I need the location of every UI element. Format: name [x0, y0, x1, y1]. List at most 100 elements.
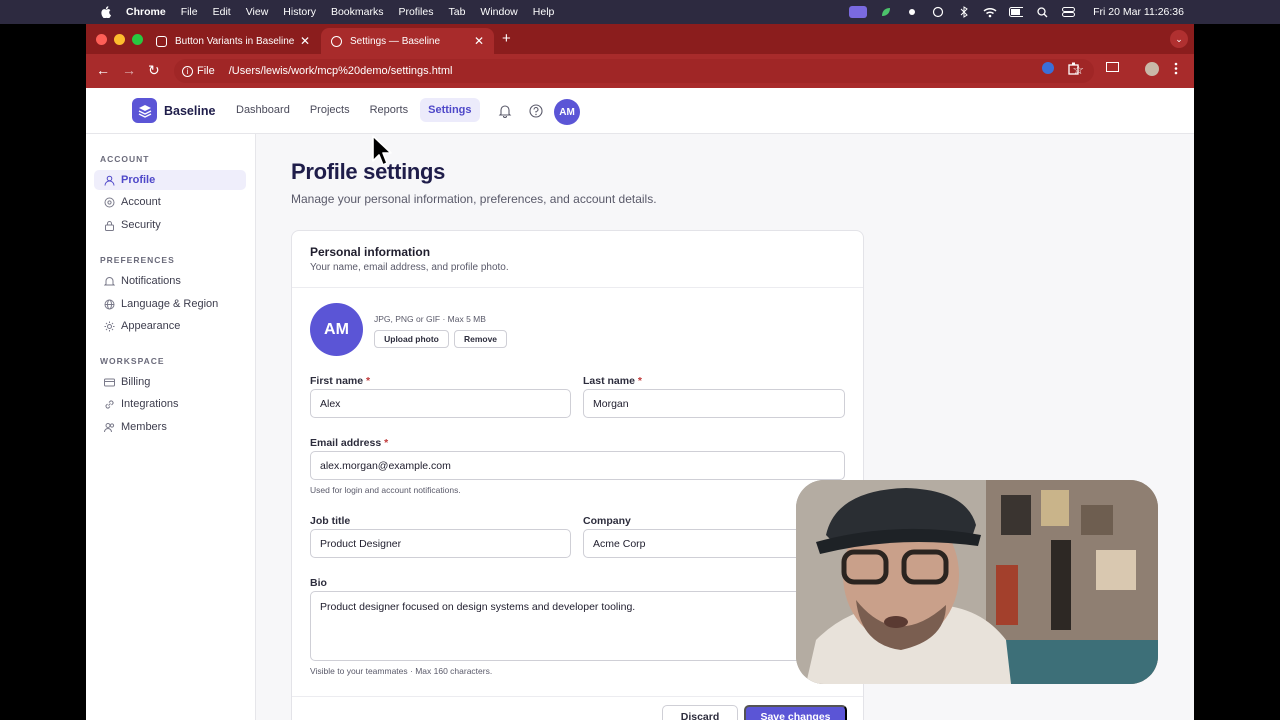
reload-icon[interactable]: ↻: [148, 62, 160, 79]
sidebar-item-notifications[interactable]: Notifications: [94, 271, 246, 291]
link-icon: [105, 399, 114, 409]
wifi-icon[interactable]: [983, 6, 997, 18]
job-title-field[interactable]: Product Designer: [310, 529, 571, 558]
sidebar-item-account[interactable]: Account: [94, 192, 246, 212]
account-circle-icon: [104, 197, 115, 207]
sidebar-item-billing[interactable]: Billing: [94, 372, 246, 392]
card-footer-divider: [292, 696, 863, 697]
lock-icon: [105, 220, 114, 231]
control-center-icon[interactable]: [1061, 6, 1075, 18]
browser-toolbar: ← → ↻ i File /Users/lewis/work/mcp%20dem…: [86, 54, 1194, 88]
sidebar-item-label: Language & Region: [121, 298, 219, 310]
browser-menu-icon[interactable]: [1174, 62, 1178, 75]
bell-icon: [104, 276, 115, 285]
email-field[interactable]: alex.morgan@example.com: [310, 451, 845, 480]
menu-tab[interactable]: Tab: [448, 6, 465, 18]
browser-tab-settings[interactable]: Settings — Baseline ✕: [321, 28, 494, 54]
credit-card-icon: [104, 378, 115, 386]
site-info-icon[interactable]: i: [182, 65, 193, 77]
sidebar-item-appearance[interactable]: Appearance: [94, 316, 246, 336]
user-avatar[interactable]: AM: [554, 99, 580, 125]
nav-dashboard[interactable]: Dashboard: [228, 98, 298, 122]
tab-title: Button Variants in Baseline: [175, 35, 295, 47]
bell-icon[interactable]: [498, 104, 512, 118]
tab-close-icon[interactable]: ✕: [474, 34, 484, 48]
nav-settings[interactable]: Settings: [420, 98, 480, 122]
required-asterisk: *: [366, 375, 371, 387]
nav-projects[interactable]: Projects: [302, 98, 358, 122]
tab-favicon-icon: [331, 35, 342, 47]
profile-avatar-icon[interactable]: [1145, 62, 1159, 76]
cast-icon[interactable]: [1106, 62, 1119, 73]
menubar-status-area: Fri 20 Mar 11:26:36: [849, 0, 1184, 24]
remove-photo-button[interactable]: Remove: [454, 330, 507, 348]
first-name-label: First name *: [310, 375, 371, 387]
spotlight-search-icon[interactable]: [1035, 6, 1049, 18]
minimize-window-button[interactable]: [114, 34, 125, 45]
extension-icon-blue[interactable]: [1042, 62, 1054, 74]
nav-reports[interactable]: Reports: [362, 98, 417, 122]
sidebar-item-label: Account: [121, 196, 161, 208]
menu-history[interactable]: History: [283, 6, 316, 18]
url-text[interactable]: /Users/lewis/work/mcp%20demo/settings.ht…: [229, 65, 453, 77]
sidebar-item-members[interactable]: Members: [94, 417, 246, 437]
menu-bookmarks[interactable]: Bookmarks: [331, 6, 384, 18]
card-title: Personal information: [310, 245, 431, 259]
close-window-button[interactable]: [96, 34, 107, 45]
zoom-window-button[interactable]: [132, 34, 143, 45]
menubar-clock[interactable]: Fri 20 Mar 11:26:36: [1093, 6, 1184, 18]
sidebar-item-integrations[interactable]: Integrations: [94, 394, 246, 414]
extensions-puzzle-icon[interactable]: [1068, 62, 1081, 75]
last-name-label: Last name *: [583, 375, 642, 387]
help-icon[interactable]: [529, 104, 543, 118]
menu-edit[interactable]: Edit: [213, 6, 231, 18]
new-tab-icon[interactable]: +: [502, 30, 511, 47]
first-name-field[interactable]: Alex: [310, 389, 571, 418]
browser-tab-button-variants[interactable]: Button Variants in Baseline ✕: [146, 28, 320, 54]
sidebar-item-label: Profile: [121, 174, 156, 186]
forward-arrow-icon[interactable]: →: [122, 62, 136, 78]
required-asterisk: *: [384, 437, 389, 449]
url-scheme-label: File: [197, 65, 215, 77]
tab-favicon-icon: [156, 35, 167, 47]
extension-leaf-icon[interactable]: [879, 6, 893, 18]
save-changes-button[interactable]: Save changes: [744, 705, 847, 720]
discard-button[interactable]: Discard: [662, 705, 738, 720]
chatgpt-icon[interactable]: [931, 6, 945, 18]
back-arrow-icon[interactable]: ←: [96, 62, 110, 78]
sidebar-item-security[interactable]: Security: [94, 215, 246, 235]
top-nav: Dashboard Projects Reports Settings: [228, 98, 480, 122]
sidebar-item-label: Notifications: [121, 275, 181, 287]
bluetooth-icon[interactable]: [957, 6, 971, 18]
tab-close-icon[interactable]: ✕: [300, 34, 310, 48]
macos-menubar: Chrome File Edit View History Bookmarks …: [0, 0, 1280, 24]
screen-share-icon[interactable]: [849, 6, 868, 18]
tab-search-chevron-icon[interactable]: ⌄: [1170, 30, 1188, 48]
address-bar[interactable]: i File /Users/lewis/work/mcp%20demo/sett…: [174, 59, 1094, 83]
menu-help[interactable]: Help: [533, 6, 555, 18]
sidebar-item-profile[interactable]: Profile: [94, 170, 246, 190]
window-controls: [96, 34, 143, 45]
apple-icon[interactable]: [100, 6, 112, 18]
last-name-field[interactable]: Morgan: [583, 389, 845, 418]
job-title-label: Job title: [310, 515, 351, 527]
menu-file[interactable]: File: [181, 6, 198, 18]
sidebar-item-label: Billing: [121, 376, 151, 388]
page-title: Profile settings: [291, 159, 446, 184]
menu-view[interactable]: View: [246, 6, 269, 18]
baseline-logo-icon[interactable]: [132, 98, 157, 123]
bio-label: Bio: [310, 577, 327, 589]
sun-icon: [104, 321, 115, 331]
menu-profiles[interactable]: Profiles: [398, 6, 433, 18]
upload-photo-button[interactable]: Upload photo: [374, 330, 449, 348]
tab-strip: Button Variants in Baseline ✕ Settings —…: [86, 24, 1194, 54]
sun-icon[interactable]: [905, 6, 919, 18]
sidebar-item-language-region[interactable]: Language & Region: [94, 294, 246, 314]
users-icon: [104, 422, 115, 432]
menu-app-name[interactable]: Chrome: [126, 6, 166, 18]
presenter-video-image: [796, 480, 1158, 684]
bio-textarea[interactable]: Product designer focused on design syste…: [310, 591, 845, 661]
battery-icon[interactable]: [1009, 6, 1024, 18]
brand-name[interactable]: Baseline: [164, 104, 215, 118]
menu-window[interactable]: Window: [480, 6, 517, 18]
